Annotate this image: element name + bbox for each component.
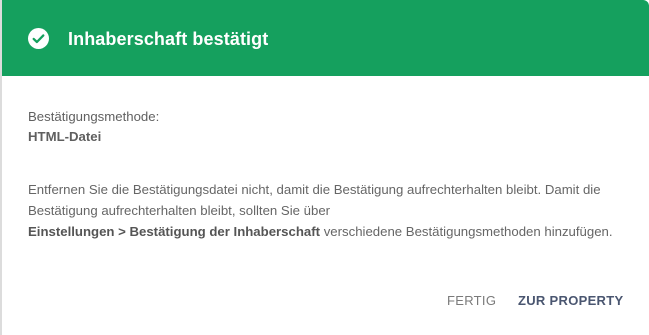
description-part-2: verschiedene Bestätigungsmethoden hinzuf… (323, 224, 613, 239)
description-part-1: Entfernen Sie die Bestätigungsdatei nich… (28, 182, 601, 218)
go-to-property-button[interactable]: ZUR PROPERTY (518, 290, 623, 312)
dialog-title: Inhaberschaft bestätigt (68, 29, 269, 49)
ownership-verified-dialog: Inhaberschaft bestätigt Bestätigungsmeth… (0, 0, 649, 335)
verification-method-label: Bestätigungsmethode: (28, 109, 160, 124)
dialog-actions: FERTIG ZUR PROPERTY (0, 290, 649, 312)
done-button[interactable]: FERTIG (447, 290, 496, 312)
description-text: Entfernen Sie die Bestätigungsdatei nich… (28, 179, 628, 242)
check-circle-icon (28, 28, 49, 49)
settings-path-text: Einstellungen > Bestätigung der Inhabers… (28, 224, 321, 239)
verification-method-value: HTML-Datei (28, 129, 102, 144)
dialog-header: Inhaberschaft bestätigt (2, 0, 649, 76)
